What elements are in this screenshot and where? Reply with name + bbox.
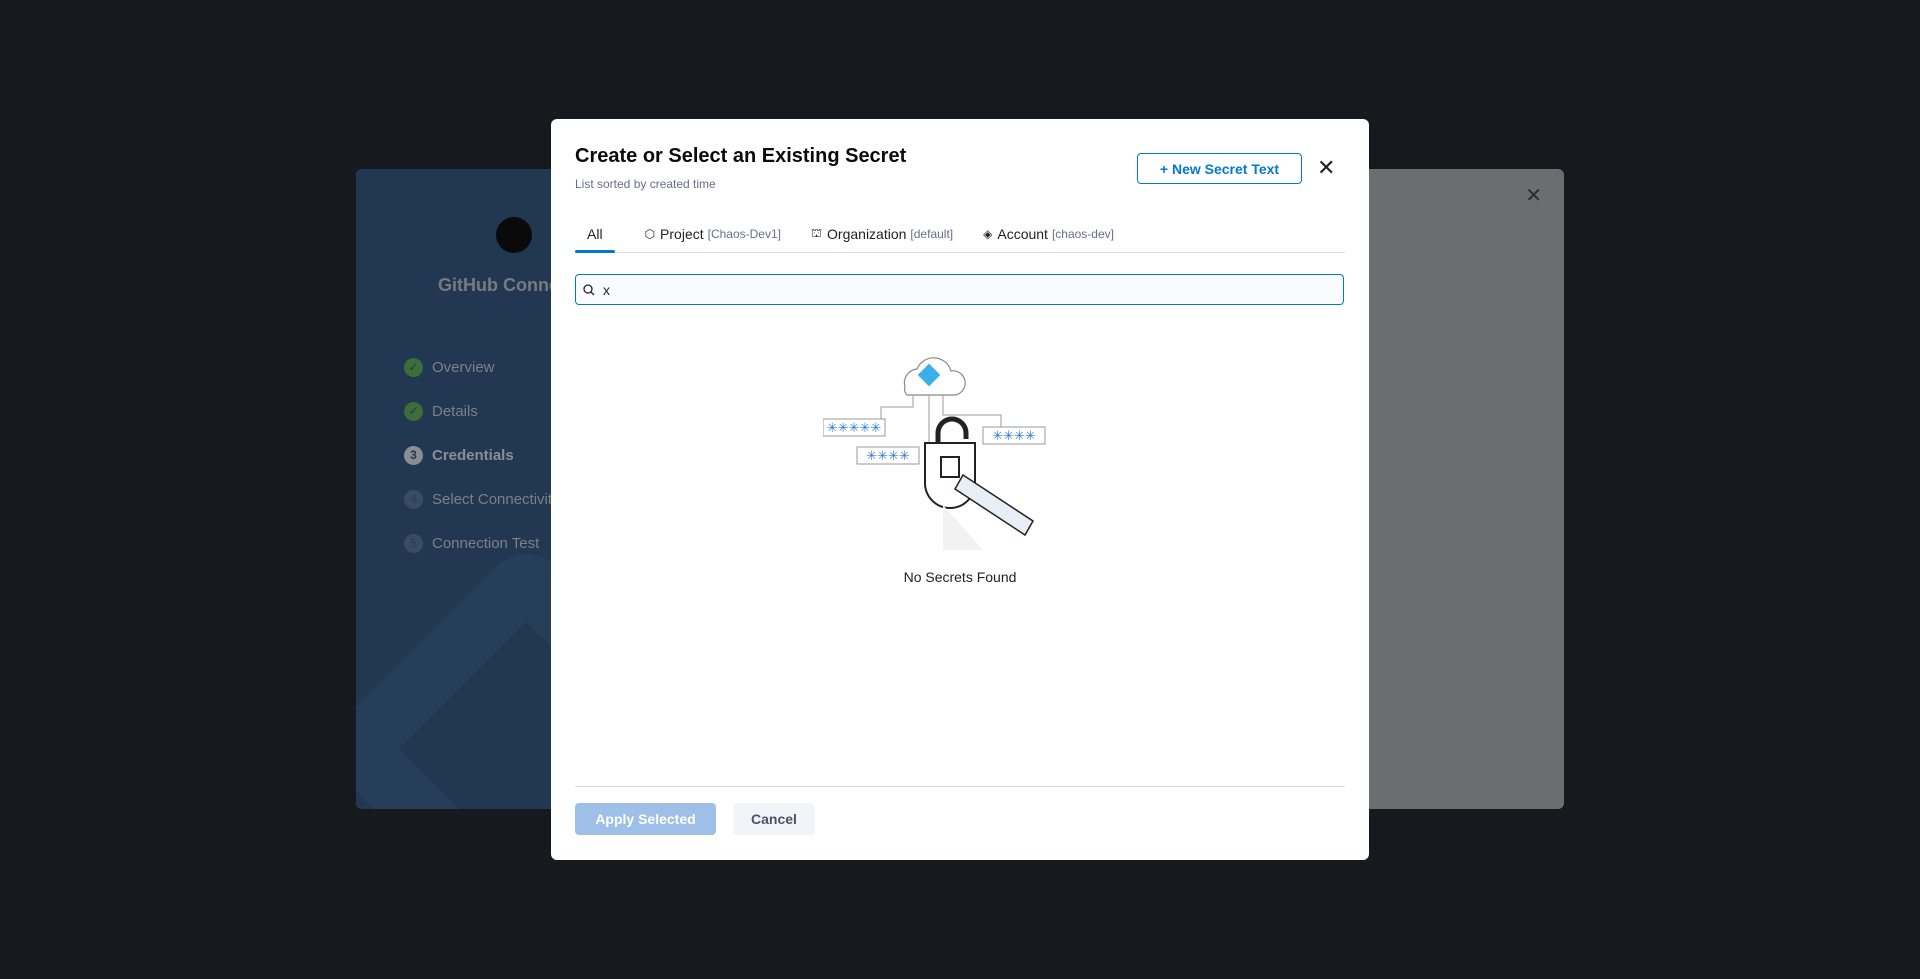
org-hierarchy-icon: ⛫ [811, 225, 823, 240]
apply-selected-button[interactable]: Apply Selected [575, 803, 716, 835]
search-input[interactable] [603, 281, 1303, 298]
new-secret-text-button[interactable]: + New Secret Text [1137, 153, 1302, 184]
cube-icon: ⬡ [644, 226, 656, 241]
search-icon [583, 283, 595, 295]
step-number: 3 [404, 445, 423, 465]
cancel-button[interactable]: Cancel [733, 803, 815, 835]
step-number: 4 [404, 489, 423, 509]
dialog-title: Create or Select an Existing Secret [575, 145, 907, 167]
search-field[interactable] [575, 274, 1344, 305]
empty-state-text: No Secrets Found [903, 569, 1017, 585]
footer-divider [575, 786, 1345, 787]
tab-all[interactable]: All [575, 215, 615, 253]
svg-text:✳✳✳✳✳: ✳✳✳✳✳ [827, 420, 882, 435]
no-secrets-illustration: ✳✳✳✳✳ ✳✳✳✳ ✳✳✳✳ [823, 357, 1046, 550]
scope-tabs: All ⬡ Project [Chaos-Dev1] ⛫ Organization [d… [575, 215, 1345, 253]
layers-icon: ◈ [983, 226, 993, 241]
check-icon: ✓ [404, 357, 423, 377]
svg-text:✳✳✳✳: ✳✳✳✳ [866, 448, 910, 463]
tab-organization[interactable]: ⛫ Organization [default] [811, 215, 953, 252]
step-number: 5 [404, 533, 423, 553]
close-icon[interactable]: ✕ [1317, 155, 1335, 181]
svg-text:✳✳✳✳: ✳✳✳✳ [992, 428, 1036, 443]
tab-project[interactable]: ⬡ Project [Chaos-Dev1] [645, 215, 781, 252]
tab-account[interactable]: ◈ Account [chaos-dev] [983, 215, 1114, 252]
github-icon [496, 217, 532, 253]
dialog-subtitle: List sorted by created time [575, 177, 716, 191]
wizard-close-icon[interactable]: ✕ [1525, 183, 1542, 208]
secret-select-dialog: Create or Select an Existing Secret List… [551, 119, 1369, 860]
check-icon: ✓ [404, 401, 423, 421]
